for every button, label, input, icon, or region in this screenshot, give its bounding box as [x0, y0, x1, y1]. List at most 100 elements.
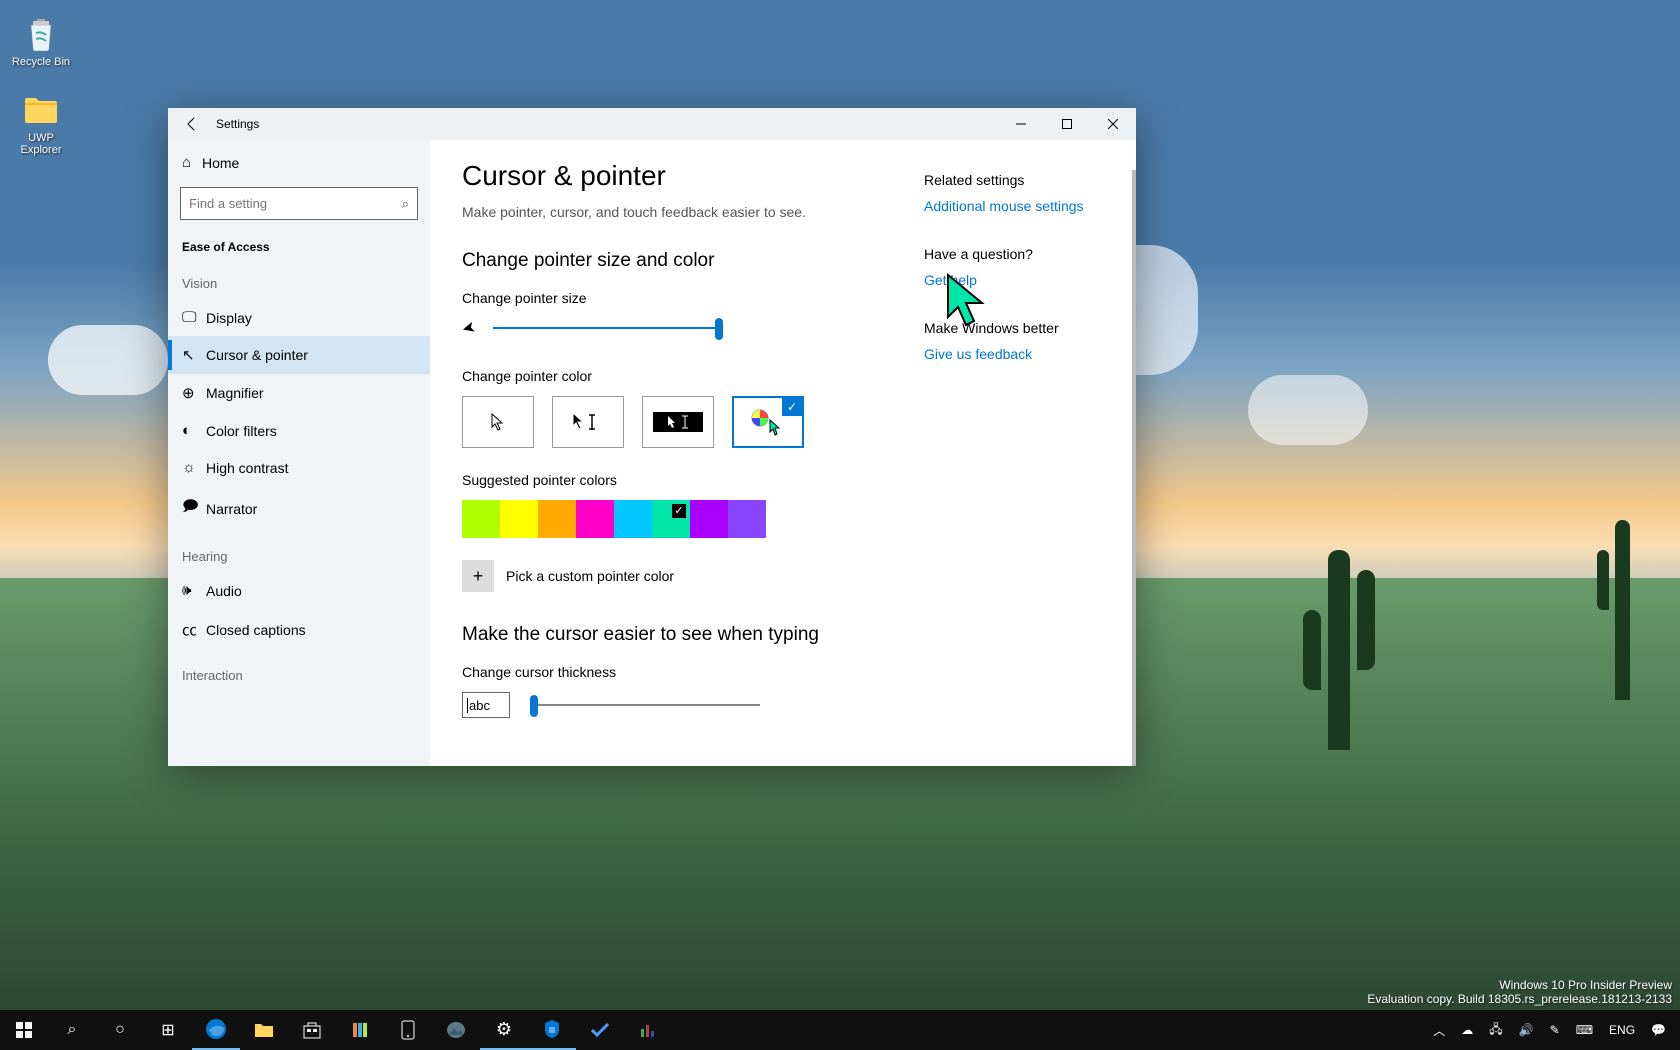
taskbar-cortana[interactable]: ○: [96, 1010, 144, 1050]
sidebar-group-vision: Vision: [168, 258, 430, 299]
close-button[interactable]: [1090, 108, 1136, 140]
taskbar-store[interactable]: [288, 1010, 336, 1050]
taskbar-app[interactable]: [336, 1010, 384, 1050]
suggested-colors-label: Suggested pointer colors: [462, 472, 904, 488]
windows-watermark: Windows 10 Pro Insider Preview Evaluatio…: [1367, 978, 1672, 1006]
suggested-color-swatches: [462, 500, 904, 538]
taskbar-search[interactable]: ⌕: [48, 1010, 96, 1050]
sidebar-group-interaction: Interaction: [168, 650, 430, 691]
slider-thumb[interactable]: [715, 318, 723, 340]
tray-pen[interactable]: ✎: [1542, 1023, 1568, 1037]
feedback-link[interactable]: Give us feedback: [924, 346, 1104, 362]
sidebar-item-color-filters[interactable]: ◐Color filters: [168, 412, 430, 449]
color-scheme-black[interactable]: [552, 396, 624, 448]
color-swatch[interactable]: [690, 500, 728, 538]
taskbar-security[interactable]: [528, 1010, 576, 1050]
sidebar-item-label: Cursor & pointer: [206, 347, 308, 363]
related-settings-heading: Related settings: [924, 172, 1104, 188]
network-icon: 🖧: [1489, 1022, 1502, 1036]
wallpaper-cactus: [1615, 520, 1630, 700]
color-swatch[interactable]: [728, 500, 766, 538]
desktop-icon-recycle-bin[interactable]: Recycle Bin: [3, 8, 79, 72]
search-icon: ⌕: [402, 196, 409, 212]
captions-icon: ㏄: [182, 619, 206, 640]
taskbar-edge[interactable]: [192, 1010, 240, 1050]
wallpaper-cactus: [1328, 550, 1350, 750]
minimize-button[interactable]: [998, 108, 1044, 140]
sidebar-item-label: Audio: [206, 583, 242, 599]
cursor-thickness-label: Change cursor thickness: [462, 664, 904, 680]
settings-window: Settings ⌂ Home ⌕ Ease of Access Vision …: [168, 108, 1136, 766]
tray-keyboard[interactable]: ⌨: [1568, 1023, 1601, 1037]
cloud-icon: ☁: [1461, 1023, 1473, 1037]
tray-language[interactable]: ENG: [1601, 1023, 1643, 1037]
cursor-preview-small-icon: ➤: [460, 317, 478, 340]
slider-thumb[interactable]: [530, 695, 538, 717]
taskbar-todo[interactable]: [576, 1010, 624, 1050]
sidebar-item-closed-captions[interactable]: ㏄Closed captions: [168, 609, 430, 650]
sidebar-home-label: Home: [202, 155, 239, 171]
back-button[interactable]: [168, 116, 216, 132]
tray-overflow[interactable]: ︿: [1425, 1022, 1453, 1039]
sidebar-item-high-contrast[interactable]: ☼High contrast: [168, 449, 430, 486]
pen-icon: ✎: [1550, 1023, 1560, 1037]
color-swatch[interactable]: [652, 500, 690, 538]
sidebar-item-cursor-pointer[interactable]: ↖Cursor & pointer: [168, 336, 430, 374]
maximize-button[interactable]: [1044, 108, 1090, 140]
settings-content: Cursor & pointer Make pointer, cursor, a…: [430, 140, 1136, 766]
search-icon: ⌕: [68, 1021, 77, 1039]
desktop-icon-label: Recycle Bin: [12, 56, 70, 68]
sidebar-item-label: Narrator: [206, 501, 257, 517]
desktop-icon-uwp-explorer[interactable]: UWP Explorer: [3, 84, 79, 160]
scrollbar[interactable]: [1132, 170, 1136, 766]
taskbar-explorer[interactable]: [240, 1010, 288, 1050]
color-swatch[interactable]: [500, 500, 538, 538]
taskbar-app-2[interactable]: [624, 1010, 672, 1050]
sidebar-item-audio[interactable]: 🕪Audio: [168, 572, 430, 609]
sidebar-item-label: Magnifier: [206, 385, 264, 401]
sidebar-item-label: Color filters: [206, 423, 277, 439]
color-swatch[interactable]: [538, 500, 576, 538]
chevron-up-icon: ︿: [1433, 1024, 1445, 1038]
sidebar-home[interactable]: ⌂ Home: [168, 144, 430, 181]
sidebar-item-display[interactable]: 🖵Display: [168, 299, 430, 336]
custom-color-button[interactable]: +: [462, 560, 494, 592]
notification-icon: 💬: [1651, 1023, 1666, 1037]
sidebar-item-magnifier[interactable]: ⊕Magnifier: [168, 374, 430, 412]
home-icon: ⌂: [182, 154, 202, 171]
color-swatch[interactable]: [576, 500, 614, 538]
sidebar-group-hearing: Hearing: [168, 531, 430, 572]
display-icon: 🖵: [182, 309, 206, 326]
start-button[interactable]: [0, 1010, 48, 1050]
search-input[interactable]: ⌕: [180, 187, 418, 220]
taskbar-photos[interactable]: [432, 1010, 480, 1050]
tray-volume[interactable]: 🔊: [1511, 1023, 1542, 1037]
tray-network[interactable]: 🖧: [1481, 1020, 1510, 1041]
color-swatch[interactable]: [462, 500, 500, 538]
audio-icon: 🕪: [182, 582, 206, 599]
sidebar-item-narrator[interactable]: 🗩Narrator: [168, 486, 430, 531]
tray-action-center[interactable]: 💬: [1643, 1023, 1674, 1037]
taskbar-taskview[interactable]: ⊞: [144, 1010, 192, 1050]
color-scheme-white[interactable]: [462, 396, 534, 448]
magnifier-icon: ⊕: [182, 384, 206, 402]
sidebar-item-label: High contrast: [206, 460, 288, 476]
taskbar-phone[interactable]: [384, 1010, 432, 1050]
search-field[interactable]: [189, 196, 402, 211]
color-filters-icon: ◐: [182, 422, 206, 439]
tray-onedrive[interactable]: ☁: [1453, 1023, 1481, 1037]
color-scheme-inverted[interactable]: [642, 396, 714, 448]
pointer-size-slider[interactable]: [493, 327, 723, 329]
color-swatch[interactable]: [614, 500, 652, 538]
taskbar-settings[interactable]: ⚙: [480, 1010, 528, 1050]
custom-color-label: Pick a custom pointer color: [506, 568, 674, 584]
window-title: Settings: [216, 117, 998, 131]
cortana-icon: ○: [115, 1021, 125, 1039]
folder-icon: [20, 88, 62, 130]
additional-mouse-settings-link[interactable]: Additional mouse settings: [924, 198, 1104, 214]
taskview-icon: ⊞: [161, 1020, 174, 1040]
color-scheme-custom[interactable]: [732, 396, 804, 448]
high-contrast-icon: ☼: [182, 459, 206, 476]
section-title: Change pointer size and color: [462, 250, 904, 272]
cursor-thickness-slider[interactable]: [530, 704, 760, 706]
